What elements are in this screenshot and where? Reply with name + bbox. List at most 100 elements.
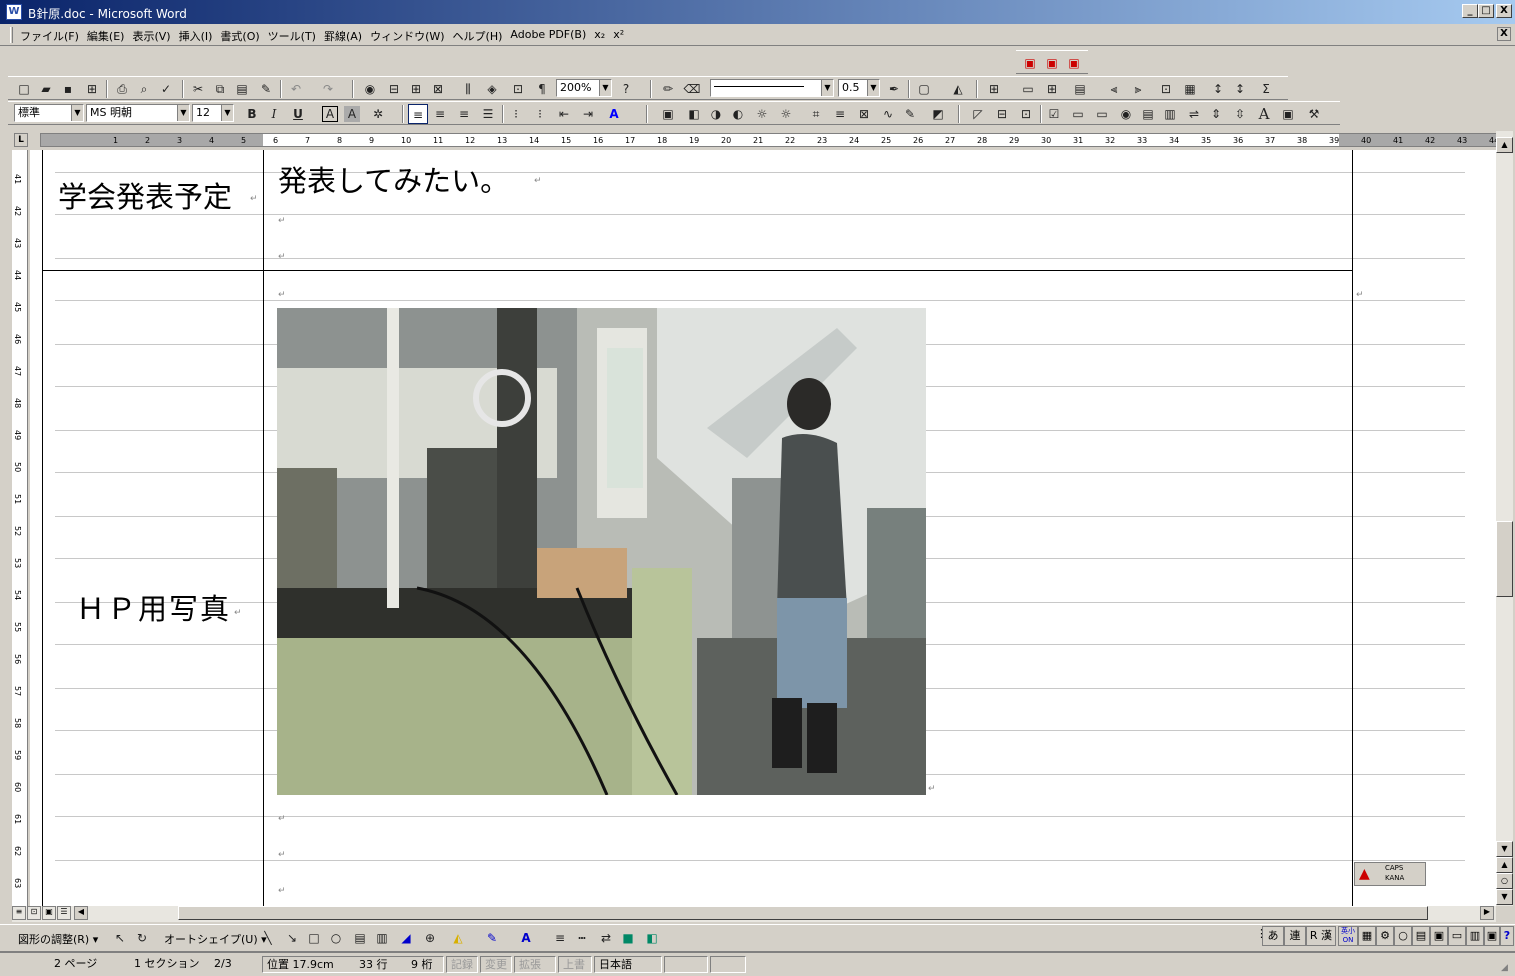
bold-button[interactable]: B	[242, 104, 262, 124]
spin-control-icon[interactable]: ⇕	[1206, 104, 1226, 124]
ime-pad-icon[interactable]: ▦	[1358, 926, 1376, 946]
hyperlink-icon[interactable]: ◉	[360, 79, 380, 99]
label-control-icon[interactable]: A	[1254, 104, 1274, 124]
increase-indent-icon[interactable]: ⇥	[578, 104, 598, 124]
ime-dictionary-icon[interactable]: ⚙	[1376, 926, 1394, 946]
option-control-icon[interactable]: ◉	[1116, 104, 1136, 124]
open-folder-icon[interactable]: ▰	[36, 79, 56, 99]
ime-tool-icon[interactable]: ○	[1394, 926, 1412, 946]
menu-file[interactable]: ファイル(F)	[18, 27, 85, 45]
combo-control-icon[interactable]: ▥	[1160, 104, 1180, 124]
numbering-icon[interactable]: ⁝	[506, 104, 526, 124]
diagram-icon[interactable]: ⊕	[420, 928, 440, 948]
document-page[interactable]: 学会発表予定 ↵ 発表してみたい。 ↵ ↵ ↵ ＨＰ用写真 ↵ ↵ ↵ ↵ ↵ …	[30, 150, 1496, 906]
autosum-icon[interactable]: Σ	[1256, 79, 1276, 99]
decrease-indent-icon[interactable]: ⇤	[554, 104, 574, 124]
menu-subscript[interactable]: x₂	[592, 27, 611, 45]
align-center-icon[interactable]: ≡	[430, 104, 450, 124]
more-brightness-icon[interactable]: ☼	[752, 104, 772, 124]
ime-tooltip-icon[interactable]: ▥	[1466, 926, 1484, 946]
line-tool-icon[interactable]: ╲	[258, 928, 278, 948]
tables-borders-icon[interactable]: ⊟	[384, 79, 404, 99]
scroll-up-button[interactable]: ▲	[1496, 137, 1513, 153]
spelling-icon[interactable]: ✓	[156, 79, 176, 99]
menu-help[interactable]: ヘルプ(H)	[451, 27, 509, 45]
menu-superscript[interactable]: x²	[611, 27, 630, 45]
compress-icon[interactable]: ⊠	[854, 104, 874, 124]
text-wrap-icon[interactable]: ∿	[878, 104, 898, 124]
list-control-icon[interactable]: ▤	[1138, 104, 1158, 124]
table-column-divider[interactable]	[263, 150, 264, 906]
pen-icon[interactable]: ✏	[658, 79, 678, 99]
word-app-icon[interactable]: W	[6, 4, 22, 20]
align-icon[interactable]: ▤	[1070, 79, 1090, 99]
line-style-icon[interactable]: ≡	[830, 104, 850, 124]
new-document-icon[interactable]: □	[14, 79, 34, 99]
copy-icon[interactable]: ⧉	[210, 79, 230, 99]
underline-button[interactable]: U	[288, 104, 308, 124]
font-color-icon[interactable]: A	[604, 104, 624, 124]
ime-conversion-mode[interactable]: 連	[1284, 926, 1306, 946]
row2-label[interactable]: ＨＰ用写真	[76, 586, 231, 628]
table-autoformat-icon[interactable]: ⊡	[1156, 79, 1176, 99]
view-code-icon[interactable]: ⊡	[1016, 104, 1036, 124]
crop-icon[interactable]: ⌗	[806, 104, 826, 124]
web-view-button[interactable]: ⊡	[27, 906, 41, 920]
undo-icon[interactable]: ↶	[286, 79, 306, 99]
pdf-mail-icon[interactable]: ▣	[1042, 53, 1062, 73]
horizontal-scrollbar[interactable]: ≡ ⊡ ▣ ☰ ◀ ▶	[12, 906, 1496, 922]
minimize-button[interactable]: _	[1462, 4, 1478, 18]
show-hide-icon[interactable]: ¶	[532, 79, 552, 99]
status-rec[interactable]: 記録	[446, 956, 478, 973]
outline-view-button[interactable]: ☰	[57, 906, 71, 920]
wordart-icon[interactable]: ◢	[396, 928, 416, 948]
menu-grip[interactable]	[10, 27, 13, 43]
image-control2-icon[interactable]: ▣	[1278, 104, 1298, 124]
line-weight-combo[interactable]: 0.5 ▼	[838, 79, 880, 97]
sort-descending-icon[interactable]: ↕	[1230, 79, 1250, 99]
distribute-rows-icon[interactable]: ⫷	[1104, 79, 1124, 99]
merge-cells-icon[interactable]: ▭	[1018, 79, 1038, 99]
autoshape-menu[interactable]: オートシェイプ(U) ▾	[164, 931, 267, 947]
bullets-icon[interactable]: ⁝	[530, 104, 550, 124]
browse-object-button[interactable]: ○	[1496, 873, 1513, 889]
row1-text[interactable]: 発表してみたい。	[278, 158, 509, 200]
line-style-combo[interactable]: ▼	[710, 79, 834, 97]
status-ovr[interactable]: 上書	[558, 956, 592, 973]
insert-excel-icon[interactable]: ⊠	[428, 79, 448, 99]
format-painter-icon[interactable]: ✎	[256, 79, 276, 99]
menu-edit[interactable]: 編集(E)	[85, 27, 131, 45]
arrow-style-icon[interactable]: ⇄	[596, 928, 616, 948]
free-rotate-icon[interactable]: ↻	[132, 928, 152, 948]
arrow-tool-icon[interactable]: ↘	[282, 928, 302, 948]
cut-icon[interactable]: ✂	[188, 79, 208, 99]
menu-insert[interactable]: 挿入(I)	[177, 27, 219, 45]
previous-page-button[interactable]: ▲	[1496, 857, 1513, 873]
lab-photo[interactable]	[277, 308, 926, 795]
checkbox-control-icon[interactable]: ☑	[1044, 104, 1064, 124]
close-button[interactable]: X	[1496, 4, 1512, 18]
vertical-ruler[interactable]: 41 42 43 44 45 46 47 48 49 50 51 52 53 54 55 56 57 58 59 60…	[12, 150, 28, 906]
row1-label[interactable]: 学会発表予定	[58, 174, 232, 216]
fill-color-icon[interactable]: ◭	[448, 928, 468, 948]
less-contrast-icon[interactable]: ◐	[728, 104, 748, 124]
status-position-info[interactable]: 位置 17.9cm 33 行 9 桁	[262, 956, 444, 973]
menu-table[interactable]: 罫線(A)	[322, 27, 368, 45]
italic-button[interactable]: I	[264, 104, 284, 124]
properties-icon[interactable]: ⊟	[992, 104, 1012, 124]
ime-prop-icon[interactable]: ▣	[1430, 926, 1448, 946]
transparent-color-icon[interactable]: ◩	[928, 104, 948, 124]
textbox-control-icon[interactable]: ▭	[1068, 104, 1088, 124]
borders-icon[interactable]: ▢	[914, 79, 934, 99]
scroll-left-button[interactable]: ◀	[74, 906, 88, 920]
draw-line-style-icon[interactable]: ≡	[550, 928, 570, 948]
3d-style-icon[interactable]: ◧	[642, 928, 662, 948]
draw-font-color-icon[interactable]: A	[516, 928, 536, 948]
char-shading-button[interactable]: A	[344, 106, 360, 122]
print-icon[interactable]: ⎙	[112, 79, 132, 99]
sort-ascending-icon[interactable]: ↕	[1208, 79, 1228, 99]
drawing-icon[interactable]: ◈	[482, 79, 502, 99]
design-mode-icon[interactable]: ◸	[968, 104, 988, 124]
document-map-icon[interactable]: ⊡	[508, 79, 528, 99]
insert-picture-icon[interactable]: ▣	[658, 104, 678, 124]
